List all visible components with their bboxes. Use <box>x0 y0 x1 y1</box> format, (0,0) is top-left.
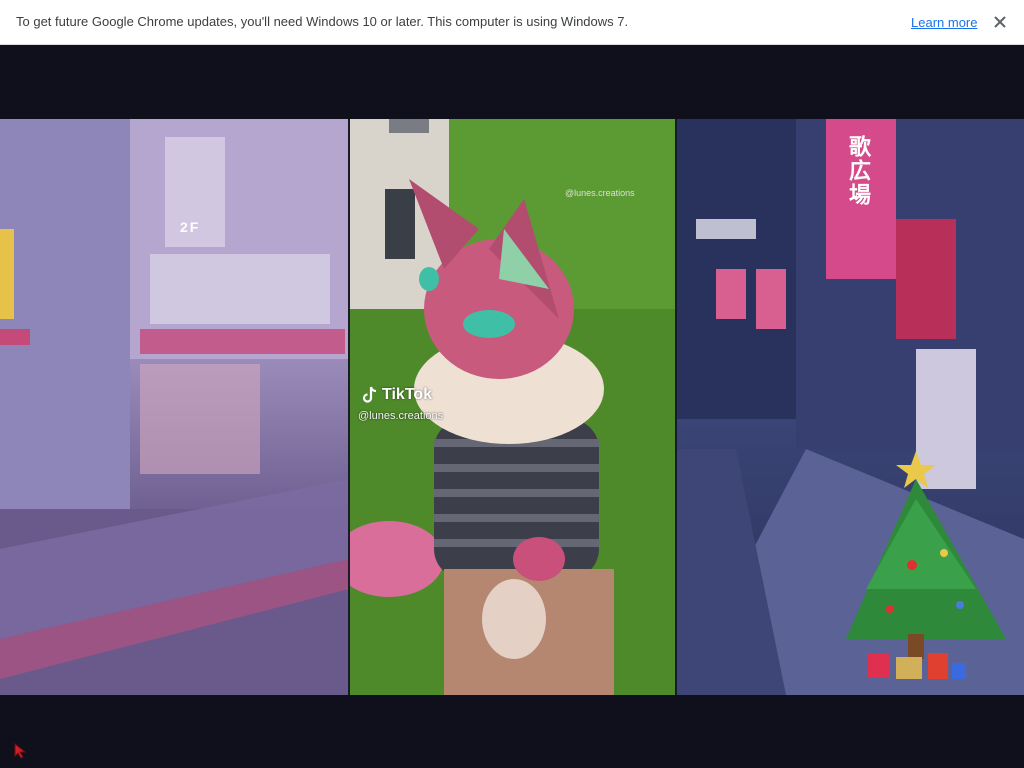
karaoke-sign: 歌広場 <box>846 135 871 207</box>
floor-sign: 2F <box>180 219 201 235</box>
chrome-update-infobar: To get future Google Chrome updates, you… <box>0 0 1024 45</box>
tiktok-handle-top: @lunes.creations <box>565 188 635 198</box>
tiktok-watermark: TikTok <box>362 386 432 404</box>
tiktok-logo-text: TikTok <box>382 386 433 403</box>
left-street-panel: 2F <box>0 119 349 695</box>
panel-divider <box>675 119 677 695</box>
video-stage[interactable]: 2F TikTok @lunes.creations @lunes.creati… <box>0 46 1024 768</box>
tiktok-video-panel: TikTok @lunes.creations @lunes.creations <box>349 119 676 695</box>
video-frame[interactable]: 2F TikTok @lunes.creations @lunes.creati… <box>0 119 1024 695</box>
infobar-message: To get future Google Chrome updates, you… <box>16 14 629 29</box>
close-icon[interactable] <box>990 12 1010 32</box>
mouse-cursor-icon <box>14 743 27 759</box>
tiktok-handle: @lunes.creations <box>358 410 444 422</box>
right-street-panel: 歌広場 <box>676 119 1024 695</box>
learn-more-link[interactable]: Learn more <box>911 15 977 30</box>
tiktok-icon <box>362 386 377 403</box>
panel-divider <box>348 119 350 695</box>
